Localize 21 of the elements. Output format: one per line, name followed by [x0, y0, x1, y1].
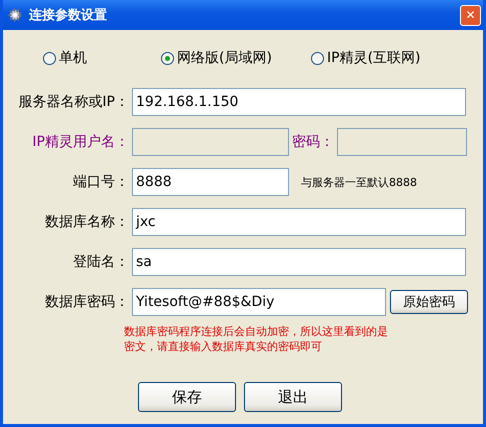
dialog-button[interactable]: 退出 [244, 382, 342, 412]
dialog-button[interactable]: 保存 [138, 382, 236, 412]
field-label: 服务器名称或IP： [17, 93, 129, 111]
warning-text: 数据库密码程序连接后会自动加密，所以这里看到的是密文，请直接输入数据库真实的密码即可 [124, 324, 389, 354]
gear-icon [7, 7, 23, 23]
input-field[interactable]: jxc [132, 208, 466, 236]
close-button[interactable]: ✕ [460, 4, 481, 26]
input-field[interactable]: Yitesoft@#88$&Diy [132, 288, 386, 316]
input-field[interactable]: sa [132, 248, 466, 276]
field-label: 登陆名： [72, 253, 129, 271]
window-title: 连接参数设置 [29, 6, 108, 24]
original-password-button[interactable]: 原始密码 [390, 290, 468, 314]
field-label: 密码： [291, 133, 335, 151]
mode-radio[interactable]: IP精灵(互联网) [311, 49, 447, 67]
input-field[interactable]: 8888 [132, 168, 289, 196]
field-label: 数据库名称： [44, 213, 129, 231]
hint-text: 与服务器一至默认8888 [301, 174, 417, 190]
input-field[interactable]: 192.168.1.150 [132, 88, 466, 116]
field-label: 数据库密码： [44, 293, 129, 311]
field-label: 端口号： [72, 173, 129, 191]
field-label: IP精灵用户名： [31, 133, 129, 151]
